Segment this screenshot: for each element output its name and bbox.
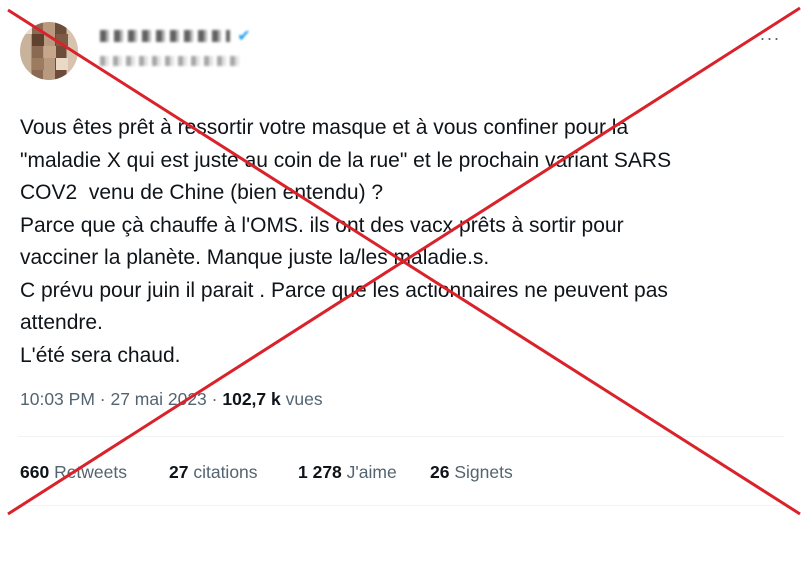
meta-separator: · (206, 389, 223, 409)
divider (18, 436, 784, 437)
tweet-time[interactable]: 10:03 PM (20, 389, 95, 409)
retweets-count: 660 (20, 462, 50, 482)
avatar-pixel (56, 58, 68, 70)
bookmarks-link[interactable]: 26 Signets (430, 462, 513, 483)
verified-badge-icon: ✔ (237, 28, 251, 45)
bookmarks-count: 26 (430, 462, 450, 482)
bookmarks-label: Signets (449, 462, 513, 482)
more-options-button[interactable]: ··· (756, 28, 784, 48)
divider (18, 505, 784, 506)
quotes-count: 27 (169, 462, 189, 482)
tweet-line: C prévu pour juin il parait . Parce que … (20, 278, 668, 302)
quotes-link[interactable]: 27 citations (169, 462, 258, 483)
tweet-line: Parce que çà chauffe à l'OMS. ils ont de… (20, 213, 624, 237)
meta-separator: · (94, 389, 111, 409)
tweet-line: L'été sera chaud. (20, 343, 181, 367)
retweets-link[interactable]: 660 Retweets (20, 462, 127, 483)
tweet-date[interactable]: 27 mai 2023 (110, 389, 206, 409)
views-label: vues (280, 389, 323, 409)
avatar-pixel (56, 34, 68, 46)
handle-blurred[interactable] (100, 56, 240, 66)
likes-label: J'aime (341, 462, 397, 482)
avatar-pixel (32, 58, 44, 70)
tweet-text: Vous êtes prêt à ressortir votre masque … (20, 112, 790, 372)
display-name-blurred[interactable] (100, 30, 230, 42)
views-count: 102,7 k (222, 389, 281, 409)
retweets-label: Retweets (49, 462, 128, 482)
likes-link[interactable]: 1 278 J'aime (298, 462, 397, 483)
tweet-line: attendre. (20, 311, 103, 334)
avatar[interactable] (20, 22, 78, 80)
avatar-pixel (44, 46, 56, 58)
avatar-pixel (32, 34, 44, 46)
tweet-meta: 10:03 PM · 27 mai 2023 · 102,7 k vues (20, 389, 323, 410)
tweet-line: vacciner la planète. Manque juste la/les… (20, 246, 490, 269)
tweet-line: Vous êtes prêt à ressortir votre masque … (20, 116, 629, 139)
tweet-line: "maladie X qui est juste au coin de la r… (20, 148, 672, 172)
avatar-pixel (20, 22, 32, 34)
engagement-stats: 660 Retweets 27 citations 1 278 J'aime 2… (20, 462, 513, 567)
quotes-label: citations (188, 462, 258, 482)
likes-count: 1 278 (298, 462, 342, 482)
tweet-line: COV2 venu de Chine (bien entendu) ? (20, 181, 384, 204)
